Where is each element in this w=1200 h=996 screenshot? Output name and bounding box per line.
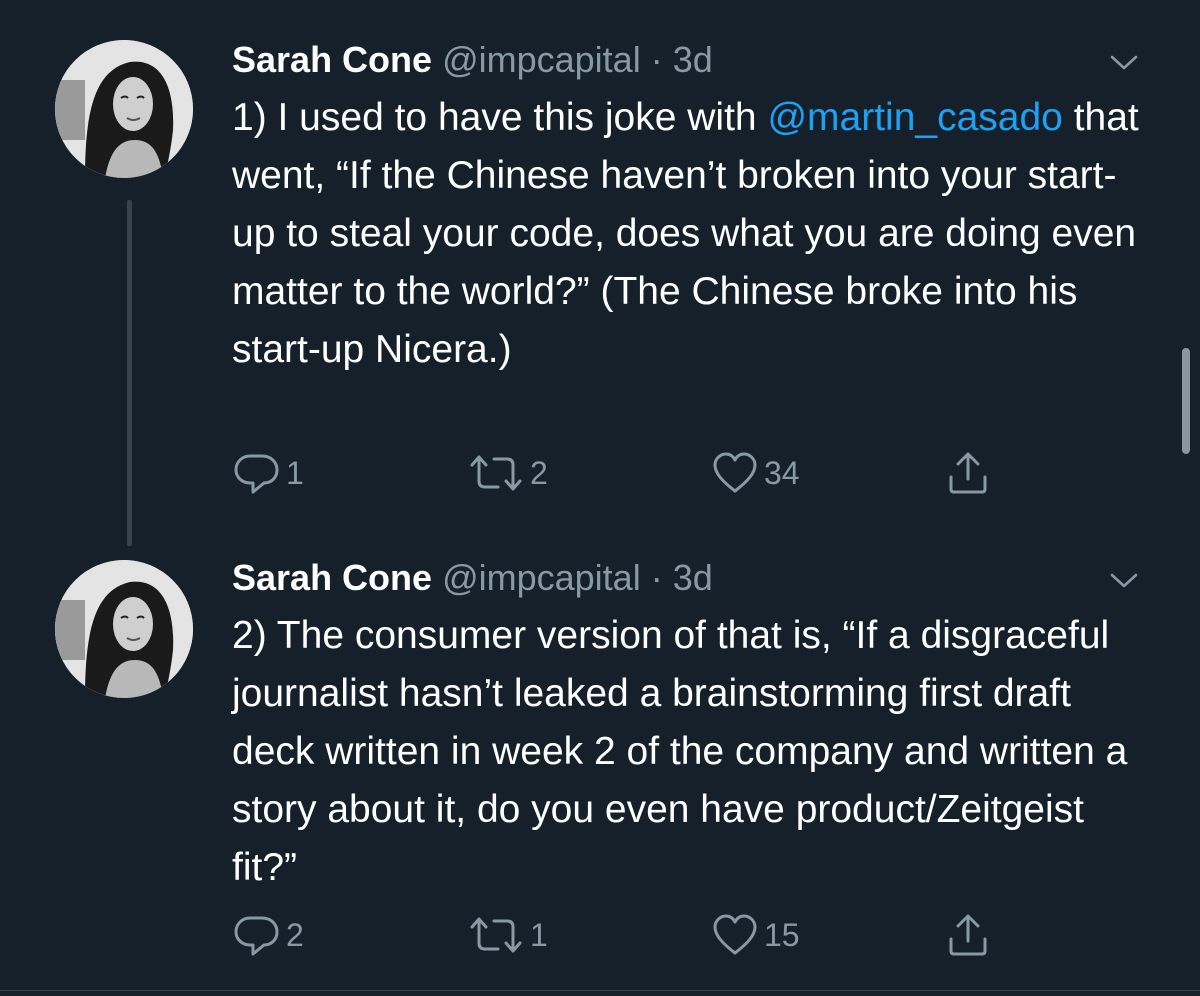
tweet-time[interactable]: 3d [673,39,713,80]
retweet-count: 2 [530,454,548,491]
reply-count: 2 [286,916,304,953]
tweet-time[interactable]: 3d [673,557,713,598]
reply-icon [234,916,279,956]
reply-count: 1 [286,454,304,491]
chevron-down-icon[interactable] [1108,46,1140,78]
tweet-thread: Sarah Cone @impcapital · 3d 1) I used to… [0,0,1200,996]
tweet-text-part: 1) I used to have this joke with [232,96,768,139]
separator-dot: · [650,557,663,598]
retweet-icon [470,917,522,953]
like-icon [713,914,757,955]
share-button[interactable] [946,448,990,498]
retweet-button[interactable]: 2 [468,448,548,498]
share-icon [949,452,987,494]
mention-link[interactable]: @martin_casado [767,96,1062,139]
tweet-text: 1) I used to have this joke with @martin… [232,89,1152,379]
avatar-photo [55,560,193,698]
chevron-down-icon[interactable] [1108,564,1140,596]
tweet-header: Sarah Cone @impcapital · 3d [232,38,713,82]
reply-button[interactable]: 1 [232,448,304,498]
reply-icon [234,454,279,494]
like-button[interactable]: 15 [712,910,800,960]
author-name[interactable]: Sarah Cone [232,557,432,598]
author-handle[interactable]: @impcapital [442,39,641,80]
tweet-1[interactable]: Sarah Cone @impcapital · 3d 1) I used to… [0,0,1200,546]
tweet-actions: 1 2 34 [232,448,1032,498]
tweet-2[interactable]: Sarah Cone @impcapital · 3d 2) The consu… [0,540,1200,996]
author-name[interactable]: Sarah Cone [232,39,432,80]
thread-connector-line [127,200,132,546]
like-count: 15 [764,916,800,953]
retweet-icon [470,455,522,491]
reply-button[interactable]: 2 [232,910,304,960]
divider [0,990,1200,991]
like-button[interactable]: 34 [712,448,800,498]
tweet-actions: 2 1 15 [232,910,1032,960]
avatar[interactable] [55,560,193,698]
retweet-button[interactable]: 1 [468,910,548,960]
tweet-text: 2) The consumer version of that is, “If … [232,614,1128,889]
scrollbar[interactable] [1182,348,1190,454]
avatar-photo [55,40,193,178]
like-icon [713,452,757,493]
avatar[interactable] [55,40,193,178]
separator-dot: · [650,39,663,80]
tweet-header: Sarah Cone @impcapital · 3d [232,556,713,600]
retweet-count: 1 [530,916,548,953]
share-icon [949,914,987,956]
author-handle[interactable]: @impcapital [442,557,641,598]
share-button[interactable] [946,910,990,960]
like-count: 34 [764,454,800,491]
